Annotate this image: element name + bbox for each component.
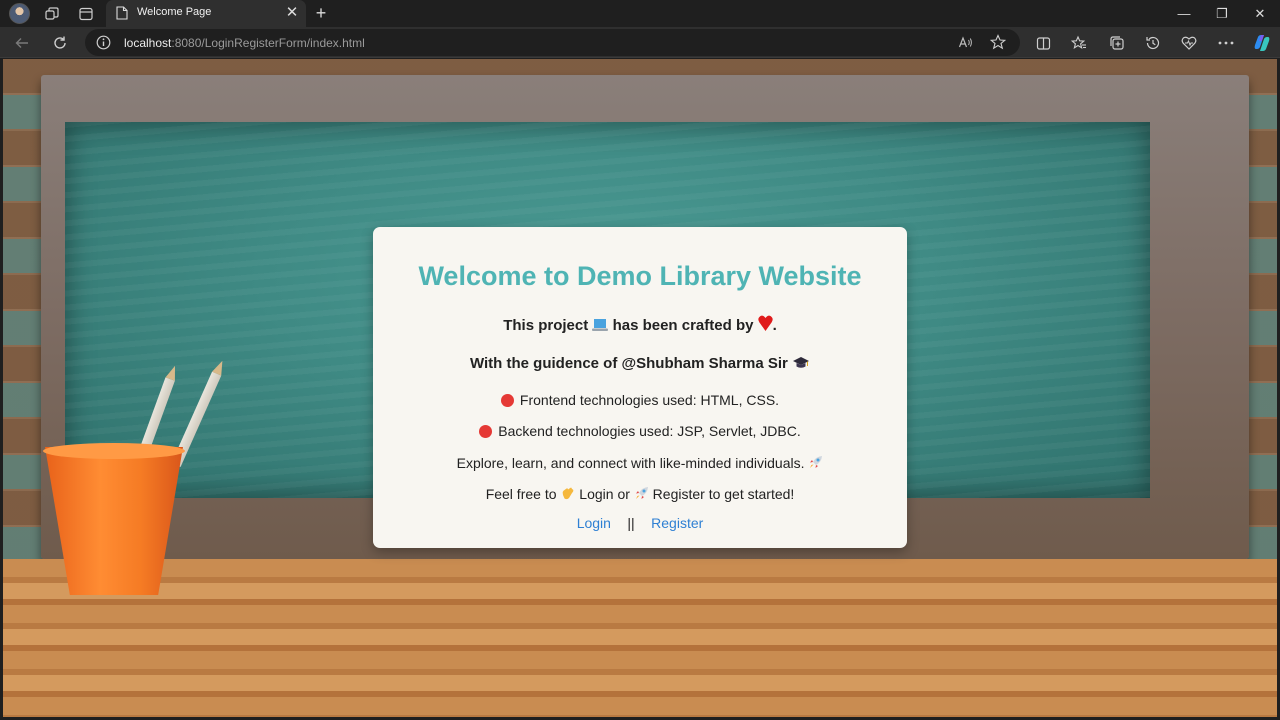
favorite-star-icon[interactable] [989, 34, 1007, 55]
crafted-line: This project has been crafted by . [503, 315, 777, 336]
laptop-icon [592, 318, 609, 336]
graduation-cap-icon [792, 356, 810, 374]
maximize-button[interactable]: ❐ [1204, 0, 1240, 27]
page-viewport: Welcome to Demo Library Website This pro… [3, 59, 1277, 717]
tab-title: Welcome Page [137, 6, 212, 18]
wooden-table [3, 559, 1277, 717]
red-circle-icon [500, 394, 514, 407]
rocket-icon [808, 455, 823, 473]
new-tab-button[interactable]: + [311, 3, 331, 23]
favorites-icon[interactable] [1067, 31, 1091, 55]
url-text: localhost:8080/LoginRegisterForm/index.h… [124, 36, 365, 50]
welcome-card: Welcome to Demo Library Website This pro… [373, 227, 907, 548]
rocket-icon [634, 486, 649, 504]
auth-links: Login || Register [373, 515, 907, 533]
navigation-bar: localhost:8080/LoginRegisterForm/index.h… [0, 27, 1280, 58]
workspaces-icon[interactable] [41, 3, 63, 25]
tab-close-icon[interactable]: ✕ [282, 3, 302, 23]
collections-icon[interactable] [1105, 31, 1129, 55]
register-link[interactable]: Register [651, 515, 703, 531]
refresh-icon[interactable] [48, 31, 72, 55]
page-icon [116, 6, 128, 25]
waving-hand-icon [560, 486, 575, 504]
split-screen-icon[interactable] [1031, 31, 1055, 55]
browser-essentials-icon[interactable] [1177, 31, 1201, 55]
more-options-icon[interactable] [1214, 31, 1238, 55]
frontend-line: Frontend technologies used: HTML, CSS. [373, 392, 907, 408]
close-window-button[interactable]: ✕ [1242, 0, 1278, 27]
tab-actions-icon[interactable] [75, 3, 97, 25]
profile-avatar[interactable] [9, 3, 30, 24]
get-started-line: Feel free to Login or Register to get st… [485, 486, 795, 504]
address-bar[interactable]: localhost:8080/LoginRegisterForm/index.h… [85, 29, 1020, 56]
page-title: Welcome to Demo Library Website [418, 261, 862, 291]
tab-bar: Welcome Page ✕ + — ❐ ✕ [0, 0, 1280, 27]
copilot-icon[interactable] [1250, 31, 1274, 55]
backend-line: Backend technologies used: JSP, Servlet,… [373, 423, 907, 439]
read-aloud-icon[interactable] [958, 35, 973, 55]
red-circle-icon [479, 425, 493, 438]
explore-line: Explore, learn, and connect with like-mi… [373, 455, 907, 473]
active-tab[interactable]: Welcome Page ✕ [106, 0, 306, 27]
pencil-cup-rim [43, 443, 185, 459]
history-icon[interactable] [1141, 31, 1165, 55]
login-link[interactable]: Login [577, 515, 611, 531]
site-info-icon[interactable] [96, 35, 111, 55]
heart-icon [757, 315, 773, 336]
minimize-button[interactable]: — [1166, 0, 1202, 27]
back-icon[interactable] [10, 31, 34, 55]
guidance-line: With the guidence of @Shubham Sharma Sir [373, 355, 907, 374]
link-separator: || [627, 515, 635, 531]
